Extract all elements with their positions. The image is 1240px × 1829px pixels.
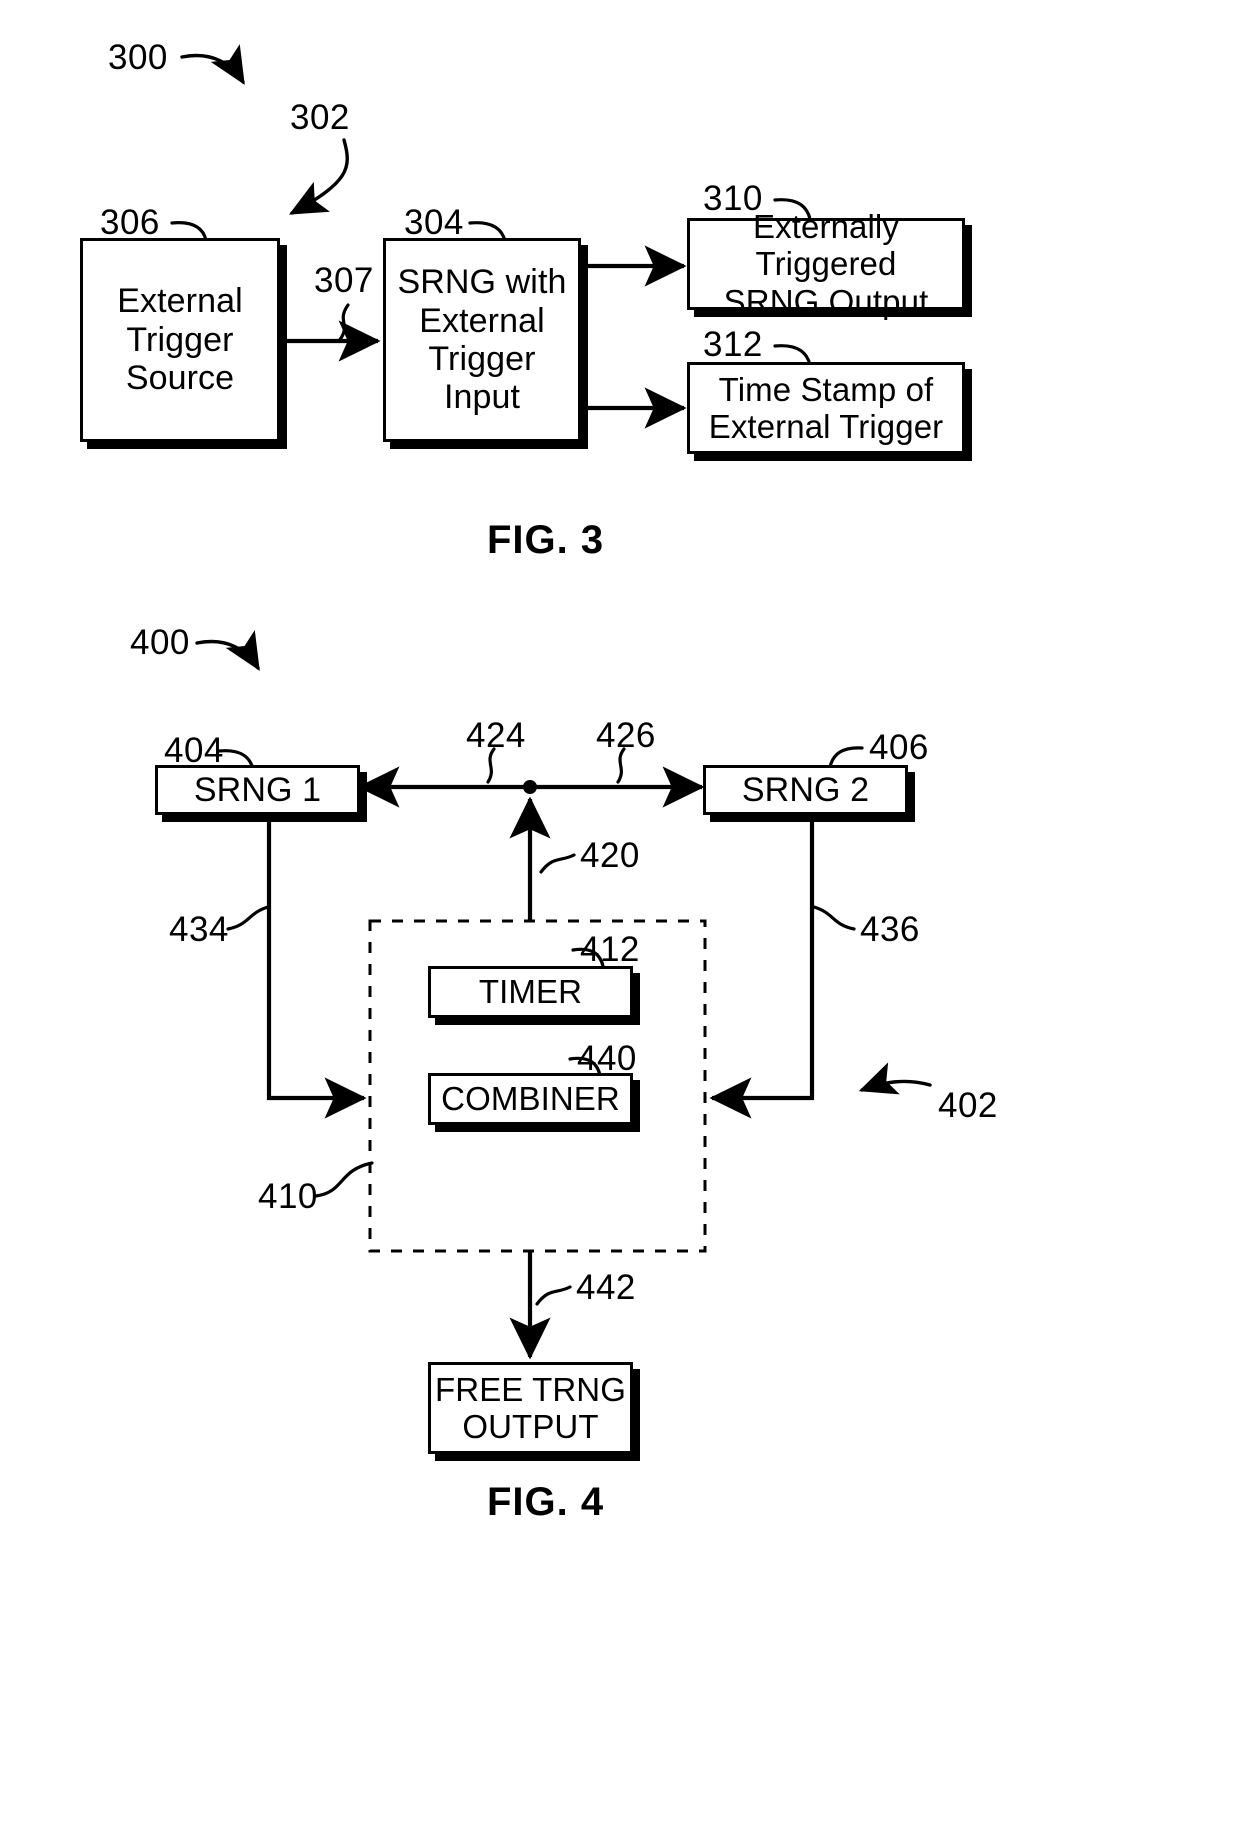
ref-numeral-424: 424 <box>466 716 526 755</box>
box-externally-triggered-srng-output: Externally Triggered SRNG Output <box>687 208 965 320</box>
ref-numeral-304: 304 <box>404 203 464 242</box>
ref-numeral-410: 410 <box>258 1177 318 1216</box>
box-srng-with-external-trigger-input: SRNG with External Trigger Input <box>383 238 581 442</box>
box-310-line-2: SRNG Output <box>723 282 929 320</box>
ref-numeral-402: 402 <box>938 1086 998 1125</box>
box-306-line-3: Source <box>125 359 235 398</box>
figure-4-caption: FIG. 4 <box>487 1480 605 1524</box>
ref-numeral-442: 442 <box>576 1268 636 1307</box>
box-304-line-3: Trigger <box>428 340 536 378</box>
ref-numeral-406: 406 <box>869 728 929 767</box>
ref-numeral-440: 440 <box>577 1039 637 1078</box>
box-304-text: SRNG with External Trigger Input <box>386 263 578 417</box>
box-output-line-1: FREE TRNG <box>435 1370 626 1408</box>
box-310-text: Externally Triggered SRNG Output <box>690 208 962 320</box>
patent-figure-sheet: 300 302 306 304 310 312 307 External Tri… <box>0 0 1240 1829</box>
ref-numeral-434: 434 <box>169 910 229 949</box>
box-time-stamp-of-external-trigger: Time Stamp of External Trigger <box>687 362 965 454</box>
box-output-text: FREE TRNG OUTPUT <box>431 1371 630 1446</box>
box-free-trng-output: FREE TRNG OUTPUT <box>428 1362 633 1454</box>
box-output-line-2: OUTPUT <box>462 1408 599 1445</box>
box-310-line-1: Externally Triggered <box>753 208 899 283</box>
ref-numeral-310: 310 <box>703 179 763 218</box>
box-312-line-1: Time Stamp of <box>718 370 934 408</box>
box-406-text: SRNG 2 <box>741 770 870 809</box>
ref-numeral-404: 404 <box>164 731 224 770</box>
ref-numeral-302: 302 <box>290 98 350 137</box>
ref-numeral-400: 400 <box>130 623 190 662</box>
ref-numeral-306: 306 <box>100 203 160 242</box>
box-combiner: COMBINER <box>428 1073 633 1125</box>
box-306-text: External Trigger Source <box>83 282 277 397</box>
box-404-text: SRNG 1 <box>193 770 322 809</box>
box-timer: TIMER <box>428 966 633 1018</box>
box-srng-2: SRNG 2 <box>703 765 908 815</box>
box-304-line-2: External <box>419 301 545 340</box>
box-312-line-2: External Trigger <box>708 408 944 445</box>
ref-numeral-426: 426 <box>596 716 656 755</box>
box-304-line-4: Input <box>443 378 521 417</box>
ref-numeral-420: 420 <box>580 836 640 875</box>
box-304-line-1: SRNG with <box>397 263 567 302</box>
ref-numeral-307: 307 <box>314 261 374 300</box>
box-srng-1: SRNG 1 <box>155 765 360 815</box>
box-306-line-1: External <box>117 282 243 321</box>
ref-numeral-312: 312 <box>703 325 763 364</box>
ref-numeral-300: 300 <box>108 38 168 77</box>
box-external-trigger-source: External Trigger Source <box>80 238 280 442</box>
box-412-text: TIMER <box>478 973 583 1011</box>
figure-3-caption: FIG. 3 <box>487 518 605 562</box>
box-312-text: Time Stamp of External Trigger <box>690 371 962 446</box>
ref-numeral-436: 436 <box>860 910 920 949</box>
ref-numeral-412: 412 <box>580 930 640 969</box>
box-306-line-2: Trigger <box>126 320 234 359</box>
box-440-text: COMBINER <box>441 1080 620 1118</box>
